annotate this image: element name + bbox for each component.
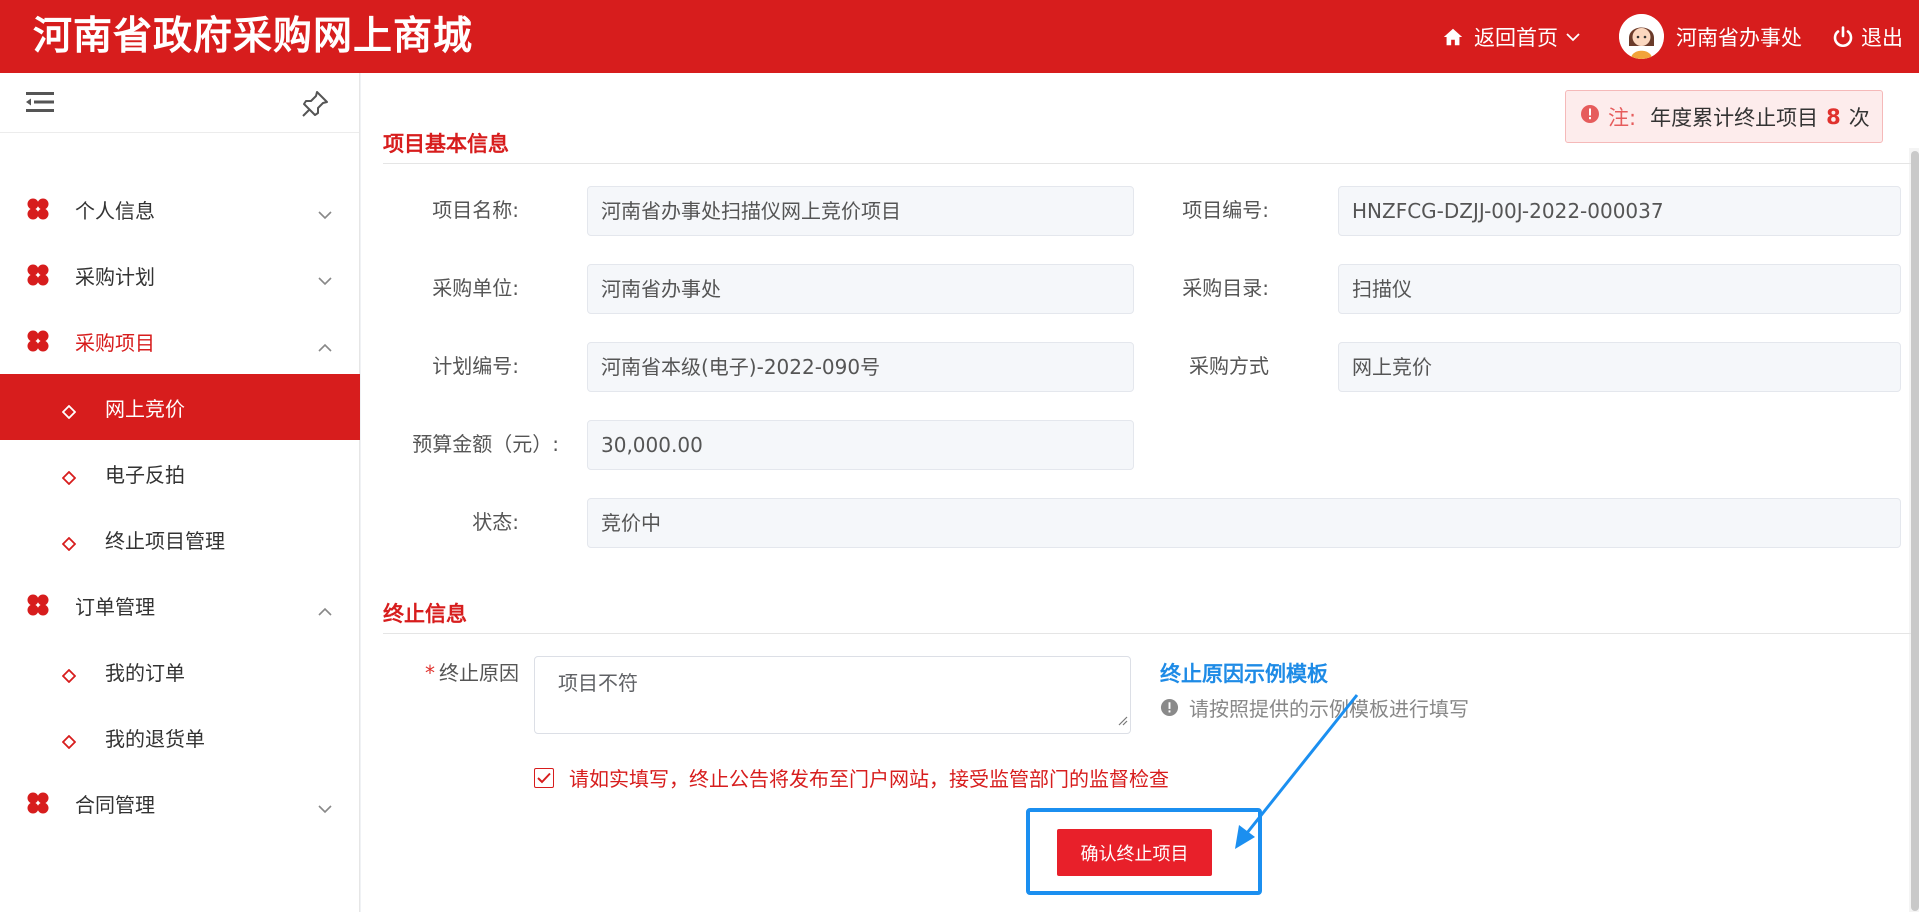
submenu-my-returns[interactable]: 我的退货单 xyxy=(0,704,360,770)
clover-icon xyxy=(26,791,50,820)
user-menu[interactable]: 河南省办事处 xyxy=(1619,0,1802,73)
top-header: 河南省政府采购网上商城 返回首页 河南省办事处 退出 xyxy=(0,0,1919,73)
clover-icon xyxy=(26,263,50,292)
method-label: 采购方式 xyxy=(1189,354,1269,378)
agree-checkbox[interactable] xyxy=(534,767,554,788)
project-name-field: 河南省办事处扫描仪网上竞价项目 xyxy=(587,186,1134,236)
menu-label: 采购计划 xyxy=(75,264,155,289)
chevron-up-icon xyxy=(318,597,332,621)
project-no-field: HNZFCG-DZJJ-00J-2022-000037 xyxy=(1338,186,1901,236)
info-icon xyxy=(1160,698,1179,717)
submenu-label: 我的订单 xyxy=(105,660,185,685)
menu-label: 合同管理 xyxy=(75,792,155,817)
submenu-label: 我的退货单 xyxy=(105,726,205,751)
pin-icon[interactable] xyxy=(300,89,330,123)
submenu-reverse-auction[interactable]: 电子反拍 xyxy=(0,440,360,506)
menu-label: 采购项目 xyxy=(75,330,155,355)
main-content: 注: 年度累计终止项目 8 次 项目基本信息 项目名称: 河南省办事处扫描仪网上… xyxy=(361,73,1919,912)
power-icon xyxy=(1831,25,1855,49)
diamond-icon xyxy=(61,466,77,490)
budget-field: 30,000.00 xyxy=(587,420,1134,470)
reason-label-text: 终止原因 xyxy=(439,661,519,685)
notice-suffix: 次 xyxy=(1848,105,1870,130)
status-label: 状态: xyxy=(472,510,519,534)
resize-grip-icon[interactable] xyxy=(1116,707,1128,731)
submenu-terminated-projects[interactable]: 终止项目管理 xyxy=(0,506,360,572)
confirm-termination-button[interactable]: 确认终止项目 xyxy=(1057,829,1212,876)
chevron-down-icon xyxy=(1566,32,1580,42)
diamond-icon xyxy=(61,730,77,754)
template-link[interactable]: 终止原因示例模板 xyxy=(1160,658,1328,688)
menu-personal-info[interactable]: 个人信息 xyxy=(0,176,360,242)
diamond-icon xyxy=(61,400,77,424)
catalog-field: 扫描仪 xyxy=(1338,264,1901,314)
purchaser-label: 采购单位: xyxy=(432,276,519,300)
menu-order-management[interactable]: 订单管理 xyxy=(0,572,360,638)
reason-label: * 终止原因 xyxy=(401,656,519,706)
termination-reason-textarea[interactable]: 项目不符 xyxy=(534,656,1131,734)
agree-text: 请如实填写，终止公告将发布至门户网站，接受监管部门的监督检查 xyxy=(569,767,1169,791)
checkmark-icon xyxy=(537,772,551,783)
home-icon xyxy=(1442,26,1464,48)
site-title: 河南省政府采购网上商城 xyxy=(33,13,474,59)
notice-text: 年度累计终止项目 xyxy=(1650,105,1819,130)
section-title-basic-info: 项目基本信息 xyxy=(383,128,1911,164)
home-menu[interactable]: 返回首页 xyxy=(1442,0,1580,73)
submenu-label: 网上竞价 xyxy=(105,396,185,421)
menu-label: 个人信息 xyxy=(75,198,155,223)
agree-row: 请如实填写，终止公告将发布至门户网站，接受监管部门的监督检查 xyxy=(534,763,1169,792)
diamond-icon xyxy=(61,532,77,556)
submenu-label: 电子反拍 xyxy=(105,462,185,487)
plan-no-field: 河南省本级(电子)-2022-090号 xyxy=(587,342,1134,392)
logout-label: 退出 xyxy=(1861,25,1903,50)
alert-icon xyxy=(1580,104,1600,129)
status-field: 竞价中 xyxy=(587,498,1901,548)
notice-count: 8 xyxy=(1826,104,1841,129)
menu-label: 订单管理 xyxy=(75,594,155,619)
sidebar: 个人信息 采购计划 采购项目 网上竞价 电子反拍 终止项目管理 订单管理 我的订… xyxy=(0,73,360,912)
purchaser-field: 河南省办事处 xyxy=(587,264,1134,314)
clover-icon xyxy=(26,197,50,226)
avatar xyxy=(1619,14,1664,59)
method-field: 网上竞价 xyxy=(1338,342,1901,392)
sidebar-toolbar xyxy=(0,73,359,133)
section-title-termination: 终止信息 xyxy=(383,598,1911,634)
menu-contract-management[interactable]: 合同管理 xyxy=(0,770,360,836)
menu-purchase-plan[interactable]: 采购计划 xyxy=(0,242,360,308)
scrollbar-thumb[interactable] xyxy=(1911,151,1919,911)
logout-button[interactable]: 退出 xyxy=(1831,0,1903,73)
chevron-down-icon xyxy=(318,267,332,291)
reason-value: 项目不符 xyxy=(558,671,638,695)
chevron-down-icon xyxy=(318,201,332,225)
submenu-label: 终止项目管理 xyxy=(105,528,225,553)
chevron-up-icon xyxy=(318,333,332,357)
clover-icon xyxy=(26,593,50,622)
submenu-online-bidding[interactable]: 网上竞价 xyxy=(0,374,360,440)
notice-prefix: 注: xyxy=(1608,105,1637,130)
project-name-label: 项目名称: xyxy=(432,198,519,222)
project-no-label: 项目编号: xyxy=(1182,198,1269,222)
menu-collapse-icon[interactable] xyxy=(26,90,54,118)
catalog-label: 采购目录: xyxy=(1182,276,1269,300)
plan-no-label: 计划编号: xyxy=(432,354,519,378)
home-label: 返回首页 xyxy=(1474,25,1558,50)
chevron-down-icon xyxy=(318,795,332,819)
clover-icon xyxy=(26,329,50,358)
diamond-icon xyxy=(61,664,77,688)
required-mark: * xyxy=(425,661,435,685)
budget-label: 预算金额（元）: xyxy=(412,432,559,456)
user-name: 河南省办事处 xyxy=(1676,25,1802,50)
submenu-my-orders[interactable]: 我的订单 xyxy=(0,638,360,704)
menu-purchase-project[interactable]: 采购项目 xyxy=(0,308,360,374)
